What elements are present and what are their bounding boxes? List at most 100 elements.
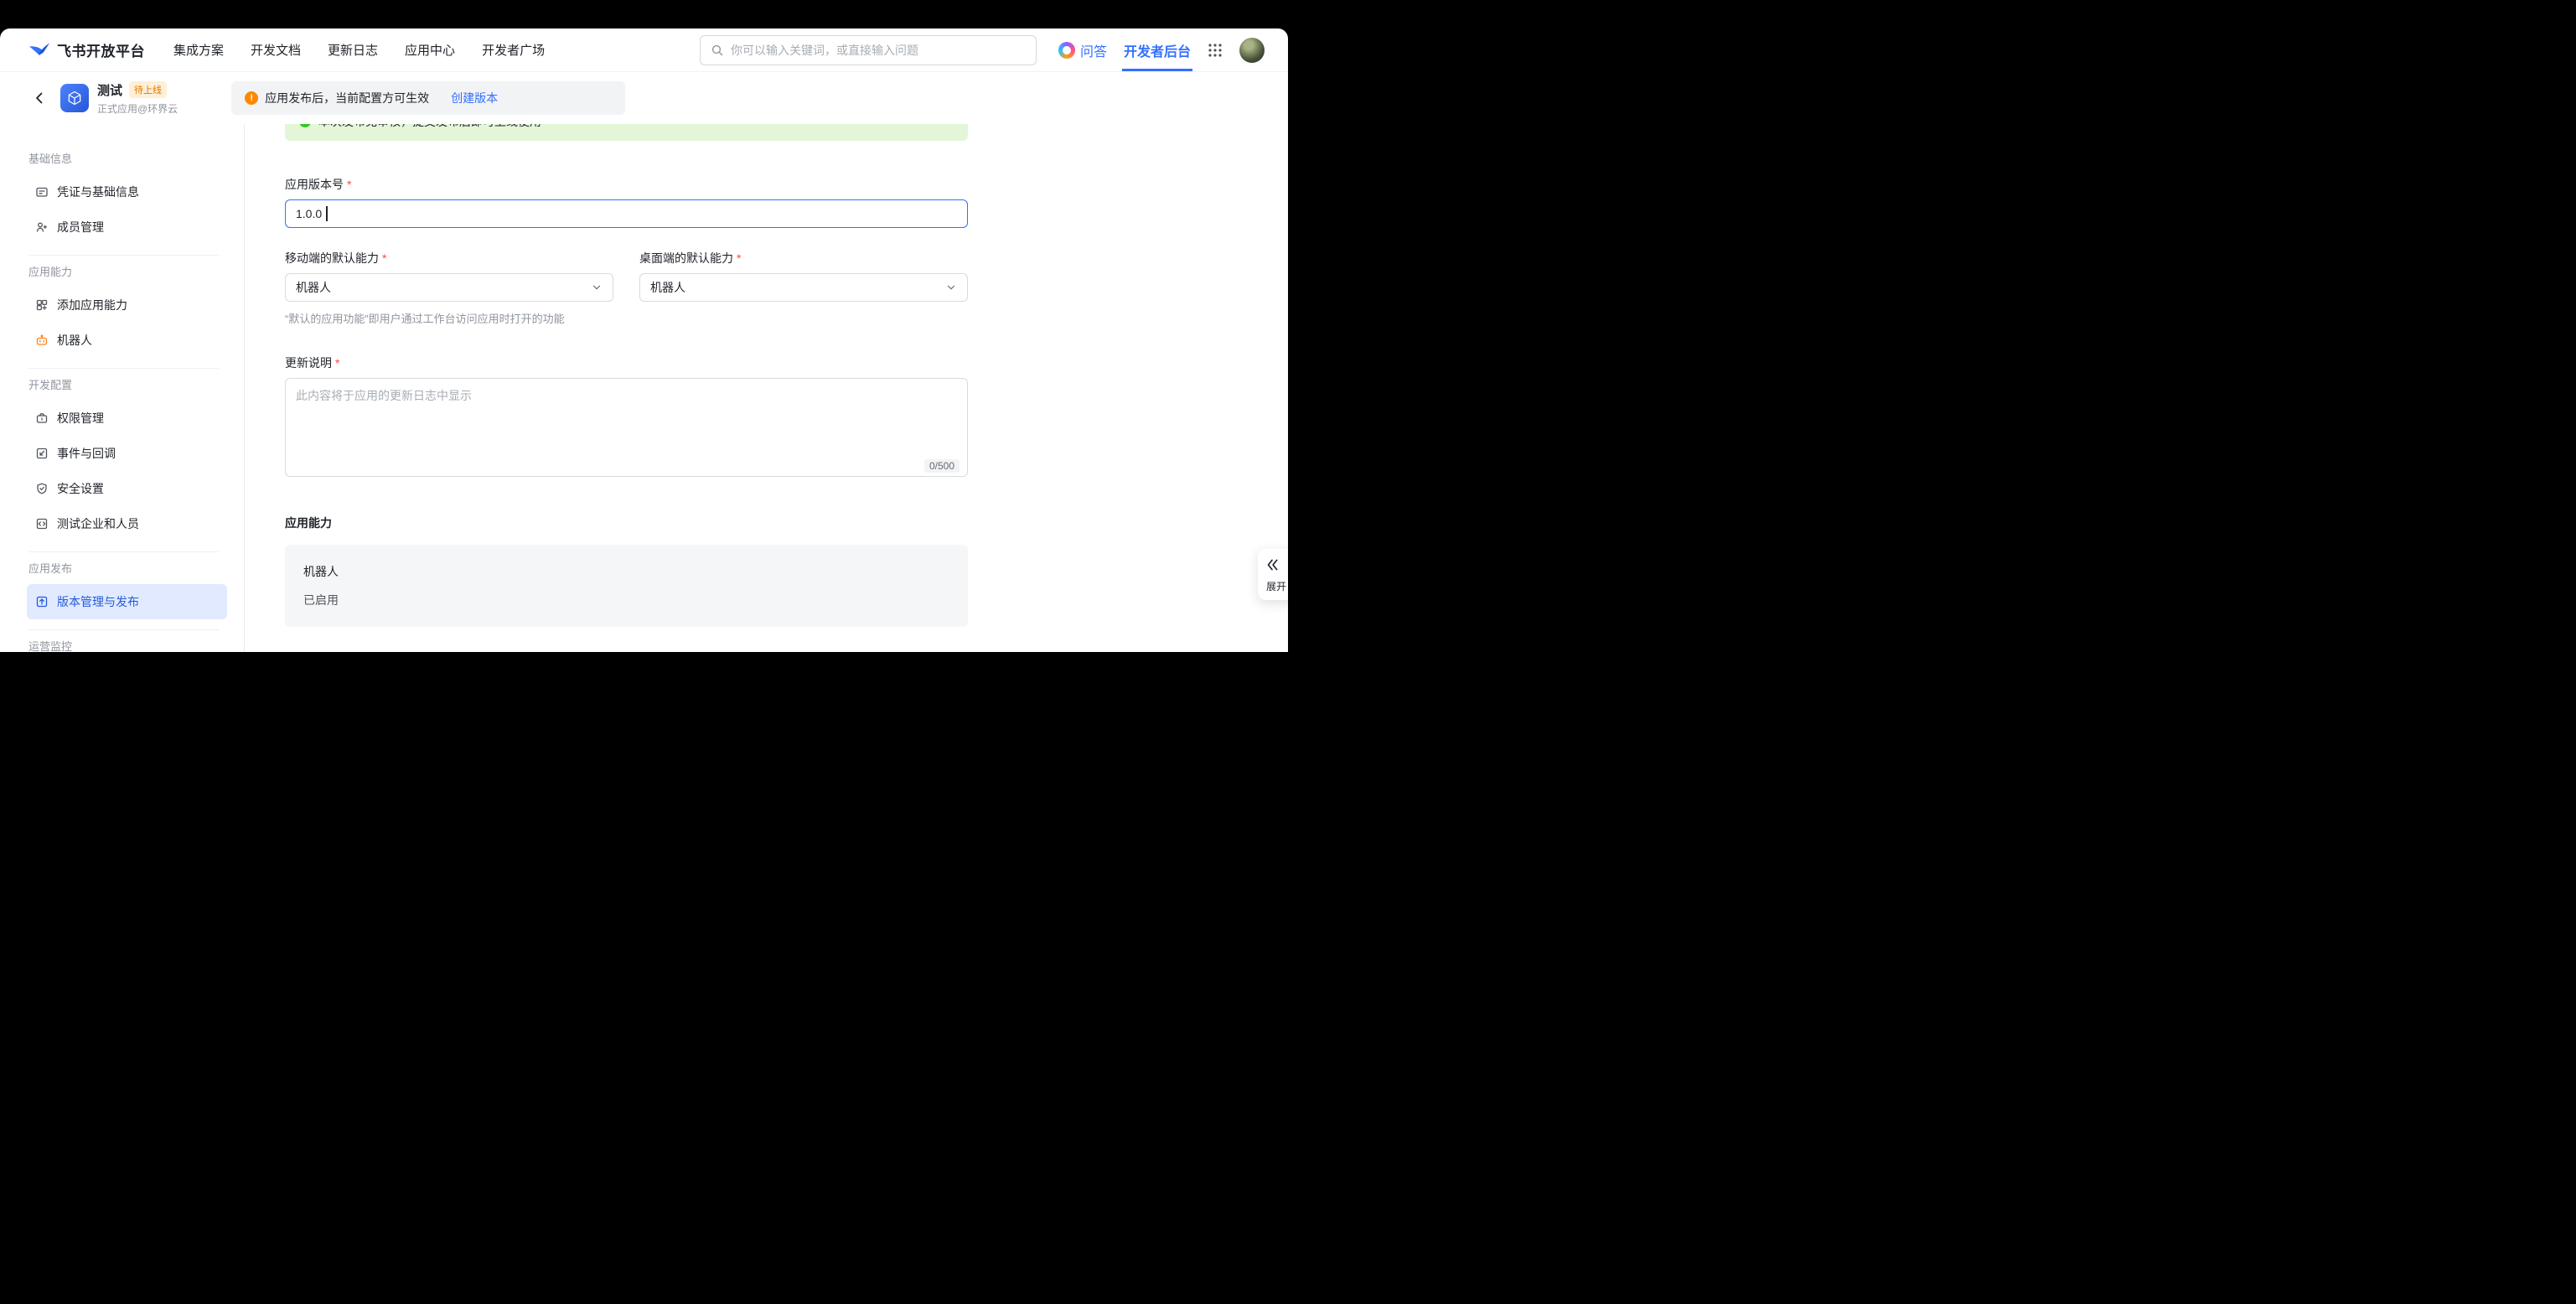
sidebar-item-credentials[interactable]: 凭证与基础信息: [27, 174, 227, 210]
version-label: 应用版本号*: [285, 176, 968, 193]
app-name: 测试: [97, 81, 122, 99]
mobile-capability-select[interactable]: 机器人: [285, 273, 613, 302]
sidebar-section-basic: 基础信息: [28, 153, 227, 166]
developer-console-tab[interactable]: 开发者后台: [1124, 28, 1191, 71]
app-meta: 测试 待上线 正式应用@环界云: [97, 81, 178, 116]
test-company-icon: [35, 517, 49, 530]
search-icon: [711, 44, 724, 57]
success-banner-text: 本次发布免审核，提交发布后即可上线使用: [318, 124, 541, 130]
event-callback-icon: [35, 447, 49, 460]
sidebar-item-label: 测试企业和人员: [57, 515, 139, 532]
chevron-left-icon: [32, 91, 47, 106]
main-panel: 本次发布免审核，提交发布后即可上线使用 应用版本号* 移动端的默认能力*: [245, 124, 1288, 652]
security-icon: [35, 482, 49, 495]
nav-right-cluster: 问答 开发者后台: [1058, 28, 1265, 71]
developer-console-label: 开发者后台: [1124, 40, 1191, 60]
top-navigation: 飞书开放平台 集成方案 开发文档 更新日志 应用中心 开发者广场 问答 开发者后…: [0, 28, 1288, 72]
capability-hint: “默认的应用功能”即用户通过工作台访问应用时打开的功能: [285, 310, 968, 326]
sidebar-item-label: 成员管理: [57, 219, 104, 235]
sidebar-item-label: 权限管理: [57, 410, 104, 427]
sidebar-item-label: 安全设置: [57, 480, 104, 497]
success-check-icon: [298, 124, 312, 128]
char-counter: 0/500: [924, 459, 960, 473]
required-mark: *: [347, 178, 351, 191]
sidebar-section-capability: 应用能力: [28, 266, 227, 279]
nav-item-app-center[interactable]: 应用中心: [405, 41, 455, 59]
nav-item-changelog[interactable]: 更新日志: [328, 41, 378, 59]
version-release-icon: [35, 595, 49, 608]
primary-nav: 集成方案 开发文档 更新日志 应用中心 开发者广场: [173, 41, 545, 59]
qa-label: 问答: [1080, 40, 1107, 60]
notice-text: 应用发布后，当前配置方可生效: [265, 90, 429, 106]
app-subtitle: 正式应用@环界云: [97, 101, 178, 116]
global-search[interactable]: [700, 35, 1037, 65]
create-version-link[interactable]: 创建版本: [451, 90, 498, 106]
sidebar-section-dev-config: 开发配置: [28, 379, 227, 392]
sidebar: 基础信息 凭证与基础信息 成员管理 应用能力: [0, 124, 245, 652]
sidebar-item-label: 凭证与基础信息: [57, 184, 139, 200]
sidebar-item-security[interactable]: 安全设置: [27, 471, 227, 506]
required-mark: *: [737, 251, 741, 265]
brand-name: 飞书开放平台: [57, 39, 145, 60]
sidebar-item-events-callback[interactable]: 事件与回调: [27, 436, 227, 471]
sidebar-item-permissions[interactable]: 权限管理: [27, 401, 227, 436]
sidebar-divider: [28, 368, 219, 369]
mobile-capability-value: 机器人: [296, 279, 331, 296]
sidebar-divider: [28, 551, 219, 552]
sidebar-item-label: 添加应用能力: [57, 297, 127, 313]
warning-icon: !: [245, 91, 258, 105]
sidebar-section-monitoring: 运营监控: [28, 640, 227, 652]
app-header: 测试 待上线 正式应用@环界云 ! 应用发布后，当前配置方可生效 创建版本: [0, 72, 1288, 124]
sidebar-item-version-release[interactable]: 版本管理与发布: [27, 584, 227, 619]
required-mark: *: [382, 251, 386, 265]
browser-window: 飞书开放平台 集成方案 开发文档 更新日志 应用中心 开发者广场 问答 开发者后…: [0, 28, 1288, 652]
back-button[interactable]: [32, 91, 47, 106]
feishu-brand[interactable]: 飞书开放平台: [28, 39, 145, 60]
expand-panel-toggle[interactable]: 展开: [1258, 549, 1288, 600]
sidebar-section-release: 应用发布: [28, 562, 227, 576]
user-avatar[interactable]: [1239, 38, 1265, 63]
version-input[interactable]: [285, 199, 968, 228]
capability-card: 机器人 已启用: [285, 545, 968, 627]
success-banner: 本次发布免审核，提交发布后即可上线使用: [285, 124, 968, 141]
credential-icon: [35, 185, 49, 199]
desktop-capability-label: 桌面端的默认能力*: [639, 250, 968, 266]
sidebar-item-label: 机器人: [57, 332, 92, 349]
sidebar-item-members[interactable]: 成员管理: [27, 210, 227, 245]
sidebar-divider: [28, 629, 219, 630]
desktop-capability-value: 机器人: [650, 279, 685, 296]
nav-item-integration[interactable]: 集成方案: [173, 41, 224, 59]
sidebar-item-test-company[interactable]: 测试企业和人员: [27, 506, 227, 541]
bot-icon: [35, 334, 49, 347]
content-area: 基础信息 凭证与基础信息 成员管理 应用能力: [0, 124, 1288, 652]
search-input[interactable]: [731, 44, 1026, 57]
sidebar-divider: [28, 255, 219, 256]
sidebar-item-add-capability[interactable]: 添加应用能力: [27, 287, 227, 323]
double-chevron-left-icon: [1265, 557, 1280, 572]
members-icon: [35, 220, 49, 234]
chevron-down-icon: [945, 282, 957, 293]
sidebar-item-label: 版本管理与发布: [57, 593, 139, 610]
publish-notice-banner: ! 应用发布后，当前配置方可生效 创建版本: [231, 81, 625, 115]
app-logo-icon: [60, 84, 89, 112]
feishu-logo-icon: [28, 41, 50, 60]
update-notes-textarea[interactable]: [285, 378, 968, 477]
chevron-down-icon: [591, 282, 603, 293]
update-notes-label: 更新说明*: [285, 354, 968, 371]
capability-status: 已启用: [303, 592, 949, 608]
qa-link[interactable]: 问答: [1058, 40, 1107, 60]
capability-name: 机器人: [303, 563, 949, 580]
mobile-capability-label: 移动端的默认能力*: [285, 250, 613, 266]
desktop-capability-select[interactable]: 机器人: [639, 273, 968, 302]
text-caret: [326, 206, 328, 221]
sidebar-item-label: 事件与回调: [57, 445, 116, 462]
qa-ring-icon: [1058, 42, 1075, 59]
permission-icon: [35, 411, 49, 425]
capability-section-title: 应用能力: [285, 515, 968, 531]
add-capability-icon: [35, 298, 49, 312]
expand-panel-label: 展开: [1266, 579, 1286, 593]
nav-item-docs[interactable]: 开发文档: [251, 41, 301, 59]
nav-item-dev-plaza[interactable]: 开发者广场: [482, 41, 545, 59]
sidebar-item-bot[interactable]: 机器人: [27, 323, 227, 358]
apps-grid-icon[interactable]: [1208, 43, 1223, 58]
